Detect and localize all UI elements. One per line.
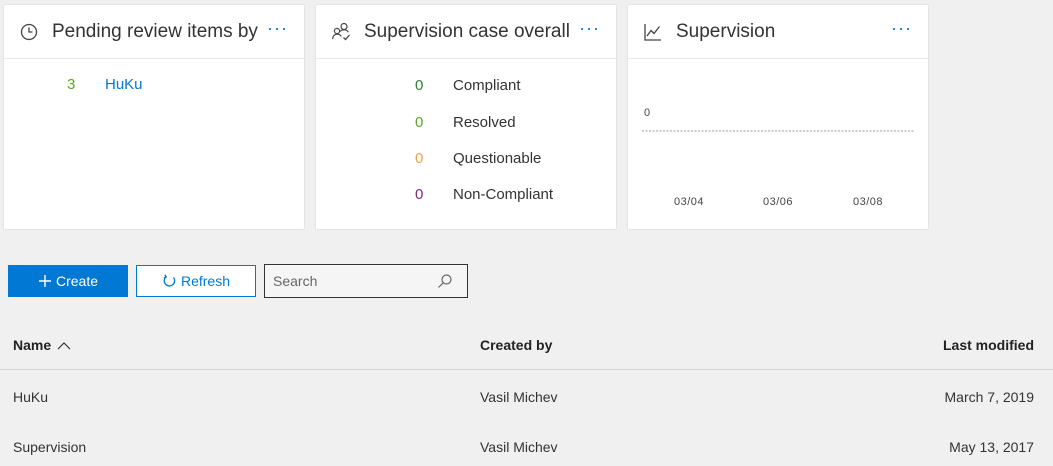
card-title: Supervision case overall ... (364, 21, 574, 42)
cell-name: Supervision (13, 439, 87, 455)
table-row[interactable]: Supervision Vasil Michev May 13, 2017 (0, 422, 1053, 466)
status-count: 0 (415, 150, 424, 167)
cell-last-modified: May 13, 2017 (949, 439, 1034, 455)
trend-chart: 0 03/04 03/06 03/08 (642, 107, 915, 208)
search-box (264, 264, 468, 298)
table-row[interactable]: HuKu Vasil Michev March 7, 2019 (0, 372, 1053, 420)
cell-created-by: Vasil Michev (480, 439, 558, 455)
value-label: 0 (644, 107, 650, 119)
search-icon[interactable] (437, 273, 453, 289)
card-title: Supervision (676, 21, 776, 42)
pending-link[interactable]: HuKu (105, 76, 143, 93)
search-input[interactable] (273, 271, 433, 291)
case-overall-card: Supervision case overall ... ··· 0 Compl… (316, 5, 616, 229)
cell-last-modified: March 7, 2019 (944, 389, 1035, 405)
refresh-icon (163, 273, 176, 287)
sort-ascending-icon (57, 341, 71, 349)
refresh-button-label: Refresh (180, 273, 231, 289)
people-check-icon (331, 22, 350, 41)
status-label: Non-Compliant (453, 186, 554, 203)
more-options-button[interactable]: ··· (267, 18, 288, 39)
cell-created-by: Vasil Michev (480, 389, 558, 405)
status-count: 0 (415, 77, 424, 94)
status-label: Questionable (453, 150, 542, 167)
card-header: Supervision ··· (628, 5, 928, 59)
cell-name: HuKu (13, 389, 49, 405)
card-header: Supervision case overall ... ··· (316, 5, 616, 59)
status-count: 0 (415, 186, 424, 203)
pending-count: 3 (67, 76, 76, 93)
refresh-button-content: Refresh (137, 266, 255, 296)
more-options-button[interactable]: ··· (579, 18, 600, 39)
x-tick-label: 03/04 (674, 196, 704, 208)
header-divider (0, 369, 1053, 370)
status-label: Compliant (453, 77, 521, 94)
column-header-label: Name (13, 337, 52, 353)
supervision-trend-card: Supervision ··· 0 03/04 03/06 03/08 (628, 5, 928, 229)
column-header-name[interactable]: Name (13, 337, 71, 353)
more-options-button[interactable]: ··· (891, 18, 912, 39)
column-header-created-by[interactable]: Created by (480, 337, 552, 353)
column-header-last-modified[interactable]: Last modified (943, 337, 1034, 353)
create-button-label: Create (55, 273, 99, 289)
refresh-button[interactable]: Refresh (136, 265, 256, 297)
x-tick-label: 03/08 (853, 196, 883, 208)
status-count: 0 (415, 114, 424, 131)
create-button-content: Create (9, 266, 127, 296)
line-chart-icon (644, 24, 661, 41)
status-label: Resolved (453, 114, 516, 131)
create-button[interactable]: Create (8, 265, 128, 297)
card-header: Pending review items by ... ··· (4, 5, 304, 59)
clock-icon (20, 23, 38, 41)
plus-icon (38, 275, 51, 287)
card-title: Pending review items by ... (52, 21, 262, 42)
pending-review-card: Pending review items by ... ··· 3 HuKu (4, 5, 304, 229)
x-tick-label: 03/06 (763, 196, 793, 208)
